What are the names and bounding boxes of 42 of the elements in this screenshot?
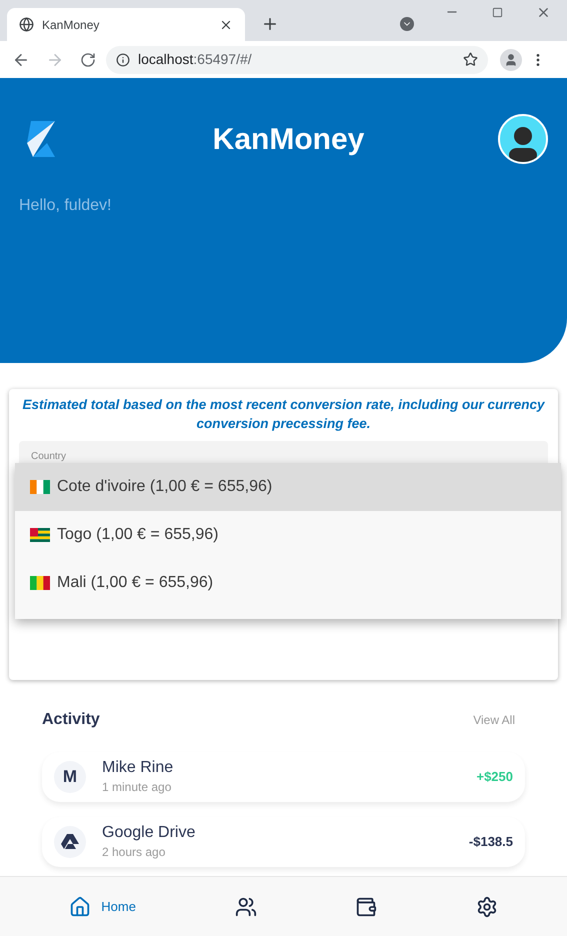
dropdown-option[interactable]: Cote d'ivoire (1,00 € = 655,96) — [15, 463, 561, 511]
item-name: Mike Rine — [102, 758, 174, 778]
reload-icon[interactable] — [80, 52, 96, 68]
tab-title: KanMoney — [42, 16, 100, 34]
wallet-icon — [355, 896, 378, 918]
info-icon — [116, 52, 130, 66]
url-text: localhost:65497/#/ — [138, 50, 253, 69]
flag-icon — [30, 528, 50, 542]
item-time: 1 minute ago — [102, 779, 172, 796]
item-amount: +$250 — [476, 768, 513, 786]
people-icon — [234, 896, 257, 918]
avatar[interactable] — [498, 114, 548, 164]
item-time: 2 hours ago — [102, 844, 166, 861]
nav-tab[interactable]: Home — [61, 892, 144, 922]
app-title: KanMoney — [212, 122, 364, 158]
settings-icon — [476, 896, 498, 918]
bookmark-star-icon[interactable] — [463, 52, 478, 67]
item-name: Google Drive — [102, 823, 196, 843]
option-label: Mali (1,00 € = 655,96) — [57, 573, 214, 593]
profile-icon[interactable] — [500, 48, 522, 70]
drive-icon — [61, 834, 79, 850]
activity-title: Activity — [42, 710, 100, 730]
greeting: Hello, fuldev! — [19, 196, 112, 216]
activity-item[interactable]: M Mike Rine 1 minute ago +$250 — [42, 752, 525, 802]
activity-item[interactable]: Google Drive 2 hours ago -$138.5 — [42, 817, 525, 867]
dropdown-option[interactable]: Togo (1,00 € = 655,96) — [15, 511, 561, 559]
item-avatar: M — [54, 761, 86, 793]
tab-search-icon[interactable] — [400, 17, 414, 31]
flag-icon — [30, 576, 50, 590]
close-window-icon[interactable] — [536, 5, 551, 20]
flag-icon — [30, 480, 50, 494]
new-tab-icon[interactable] — [261, 15, 279, 33]
globe-icon — [19, 17, 34, 32]
home-icon — [69, 896, 92, 918]
option-label: Togo (1,00 € = 655,96) — [57, 525, 218, 545]
address-bar[interactable]: localhost:65497/#/ — [106, 46, 488, 74]
browser-tab[interactable]: KanMoney — [7, 8, 245, 41]
item-amount: -$138.5 — [468, 833, 513, 852]
field-label: Country — [31, 451, 66, 462]
dropdown-option[interactable]: Mali (1,00 € = 655,96) — [15, 559, 561, 607]
maximize-icon[interactable] — [492, 7, 503, 18]
conversion-note: Estimated total based on the most recent conversion rate, including our currency conversion precessing fee. — [21, 396, 546, 433]
